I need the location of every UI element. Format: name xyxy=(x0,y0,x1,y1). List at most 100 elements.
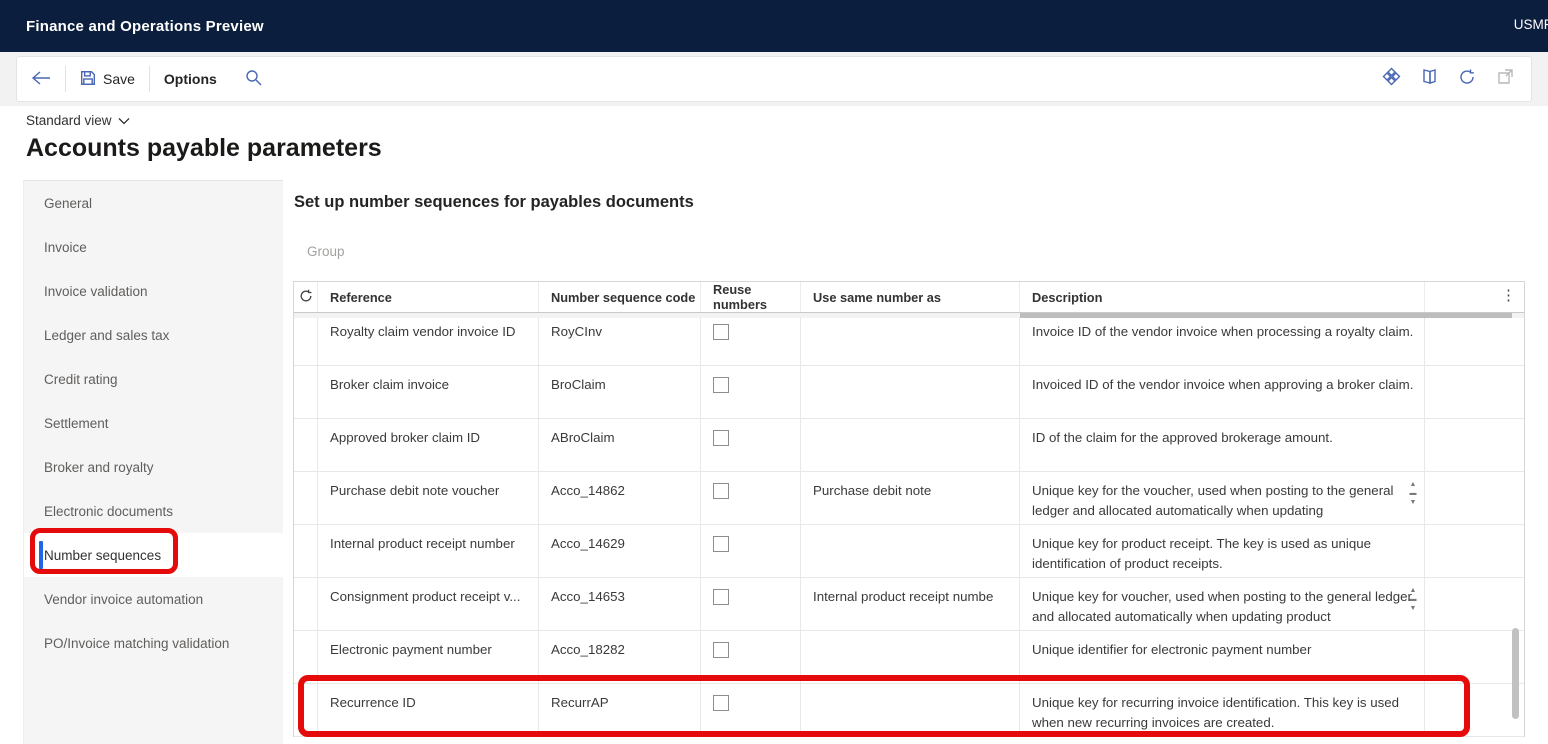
description-cell[interactable]: Unique key for product receipt. The key … xyxy=(1020,525,1425,577)
reference-cell[interactable]: Purchase debit note voucher xyxy=(318,472,539,524)
filler-cell xyxy=(1425,684,1524,736)
scroll-drag-icon[interactable]: ▬ xyxy=(1410,490,1417,497)
sequence-code-cell[interactable]: Acco_14629 xyxy=(539,525,701,577)
sidebar-item-po-invoice-matching-validation[interactable]: PO/Invoice matching validation xyxy=(24,621,283,665)
reference-cell[interactable]: Royalty claim vendor invoice ID xyxy=(318,313,539,365)
scroll-drag-icon[interactable]: ▬ xyxy=(1410,596,1417,603)
refresh-button[interactable] xyxy=(1455,67,1479,91)
sequence-code-cell[interactable]: RoyCInv xyxy=(539,313,701,365)
description-cell[interactable]: Unique key for the voucher, used when po… xyxy=(1020,472,1425,524)
sidebar-item-settlement[interactable]: Settlement xyxy=(24,401,283,445)
open-in-new-window-button[interactable] xyxy=(1493,67,1517,91)
column-header-use-same-number-as[interactable]: Use same number as xyxy=(801,282,1020,312)
cell-scroll-indicator[interactable]: ▲ ▬ ▼ xyxy=(1408,481,1418,506)
row-gutter[interactable] xyxy=(294,366,318,418)
back-button[interactable] xyxy=(17,57,65,101)
sequence-code-value: Acco_18282 xyxy=(551,642,625,657)
save-button[interactable]: Save xyxy=(66,57,149,101)
reference-cell[interactable]: Broker claim invoice xyxy=(318,366,539,418)
scroll-down-icon[interactable]: ▼ xyxy=(1410,499,1417,506)
sidebar-item-general[interactable]: General xyxy=(24,181,283,225)
dynamics-shapes-button[interactable] xyxy=(1379,67,1403,91)
sequence-code-cell[interactable]: Acco_18282 xyxy=(539,631,701,683)
sidebar-item-electronic-documents[interactable]: Electronic documents xyxy=(24,489,283,533)
sidebar-item-invoice[interactable]: Invoice xyxy=(24,225,283,269)
grid-refresh-button[interactable] xyxy=(294,282,318,312)
reuse-numbers-checkbox[interactable] xyxy=(713,483,729,499)
view-switcher[interactable]: Standard view xyxy=(26,113,130,128)
sidebar-item-invoice-validation[interactable]: Invoice validation xyxy=(24,269,283,313)
sequence-code-cell[interactable]: ABroClaim xyxy=(539,419,701,471)
sequence-code-cell[interactable]: Acco_14653 xyxy=(539,578,701,630)
same-number-cell[interactable] xyxy=(801,631,1020,683)
description-cell[interactable]: ID of the claim for the approved brokera… xyxy=(1020,419,1425,471)
same-number-cell[interactable] xyxy=(801,366,1020,418)
scroll-down-icon[interactable]: ▼ xyxy=(1410,605,1417,612)
row-gutter[interactable] xyxy=(294,472,318,524)
page: Finance and Operations Preview USMF Save… xyxy=(0,0,1548,744)
horizontal-scrollbar[interactable] xyxy=(294,313,1524,318)
sidebar-item-broker-and-royalty[interactable]: Broker and royalty xyxy=(24,445,283,489)
help-guides-button[interactable] xyxy=(1417,67,1441,91)
same-number-cell[interactable] xyxy=(801,525,1020,577)
sequence-code-value: Acco_14629 xyxy=(551,536,625,551)
reuse-numbers-checkbox[interactable] xyxy=(713,642,729,658)
column-header-reference[interactable]: Reference xyxy=(318,282,539,312)
description-cell[interactable]: Invoiced ID of the vendor invoice when a… xyxy=(1020,366,1425,418)
same-number-cell[interactable]: Internal product receipt numbe xyxy=(801,578,1020,630)
sequence-code-cell[interactable]: RecurrAP xyxy=(539,684,701,736)
row-gutter[interactable] xyxy=(294,578,318,630)
sidebar-item-vendor-invoice-automation[interactable]: Vendor invoice automation xyxy=(24,577,283,621)
search-button[interactable] xyxy=(231,57,276,101)
sidebar-item-credit-rating[interactable]: Credit rating xyxy=(24,357,283,401)
sidebar-item-number-sequences[interactable]: Number sequences xyxy=(24,533,283,577)
sidebar-item-ledger-and-sales-tax[interactable]: Ledger and sales tax xyxy=(24,313,283,357)
description-value: Unique key for voucher, used when postin… xyxy=(1032,587,1414,627)
sequence-code-cell[interactable]: Acco_14862 xyxy=(539,472,701,524)
company-badge[interactable]: USMF xyxy=(1514,17,1548,32)
description-cell[interactable]: Unique identifier for electronic payment… xyxy=(1020,631,1425,683)
description-cell[interactable]: Invoice ID of the vendor invoice when pr… xyxy=(1020,313,1425,365)
cell-scroll-indicator[interactable]: ▲ ▬ ▼ xyxy=(1408,587,1418,612)
column-header-number-sequence-code[interactable]: Number sequence code xyxy=(539,282,701,312)
row-gutter[interactable] xyxy=(294,631,318,683)
row-gutter[interactable] xyxy=(294,684,318,736)
reference-cell[interactable]: Electronic payment number xyxy=(318,631,539,683)
scroll-up-icon[interactable]: ▲ xyxy=(1410,481,1417,488)
table-row-recurrence-id: Recurrence ID RecurrAP Unique key for re… xyxy=(294,684,1524,737)
sequence-code-cell[interactable]: BroClaim xyxy=(539,366,701,418)
sidebar-item-label: Electronic documents xyxy=(44,504,173,519)
reuse-numbers-checkbox[interactable] xyxy=(713,536,729,552)
same-number-cell[interactable] xyxy=(801,684,1020,736)
column-header-reuse-numbers[interactable]: Reuse numbers xyxy=(701,282,801,312)
reuse-numbers-checkbox[interactable] xyxy=(713,324,729,340)
scroll-up-icon[interactable]: ▲ xyxy=(1410,587,1417,594)
reference-cell[interactable]: Consignment product receipt v... xyxy=(318,578,539,630)
same-number-cell[interactable] xyxy=(801,419,1020,471)
same-number-cell[interactable]: Purchase debit note xyxy=(801,472,1020,524)
reference-cell[interactable]: Internal product receipt number xyxy=(318,525,539,577)
column-header-description[interactable]: Description xyxy=(1020,282,1425,312)
reuse-numbers-checkbox[interactable] xyxy=(713,589,729,605)
reference-cell[interactable]: Recurrence ID xyxy=(318,684,539,736)
horizontal-scrollbar-thumb[interactable] xyxy=(1020,313,1512,318)
description-value: Invoiced ID of the vendor invoice when a… xyxy=(1032,375,1414,395)
row-gutter[interactable] xyxy=(294,525,318,577)
sidebar-item-label: General xyxy=(44,196,92,211)
description-cell[interactable]: Unique key for recurring invoice identif… xyxy=(1020,684,1425,736)
shapes-diamond-icon xyxy=(1382,67,1401,91)
reuse-numbers-checkbox[interactable] xyxy=(713,430,729,446)
reuse-numbers-checkbox[interactable] xyxy=(713,377,729,393)
vertical-scrollbar-thumb[interactable] xyxy=(1512,628,1519,719)
row-gutter[interactable] xyxy=(294,419,318,471)
same-number-cell[interactable] xyxy=(801,313,1020,365)
options-button[interactable]: Options xyxy=(150,57,231,101)
more-options-icon[interactable]: ⋮ xyxy=(1501,286,1516,304)
reuse-numbers-checkbox[interactable] xyxy=(713,695,729,711)
description-cell[interactable]: Unique key for voucher, used when postin… xyxy=(1020,578,1425,630)
page-title: Accounts payable parameters xyxy=(26,134,382,163)
row-gutter[interactable] xyxy=(294,313,318,365)
parameters-card: General Invoice Invoice validation Ledge… xyxy=(23,180,1525,744)
group-button[interactable]: Group xyxy=(307,244,345,259)
reference-cell[interactable]: Approved broker claim ID xyxy=(318,419,539,471)
